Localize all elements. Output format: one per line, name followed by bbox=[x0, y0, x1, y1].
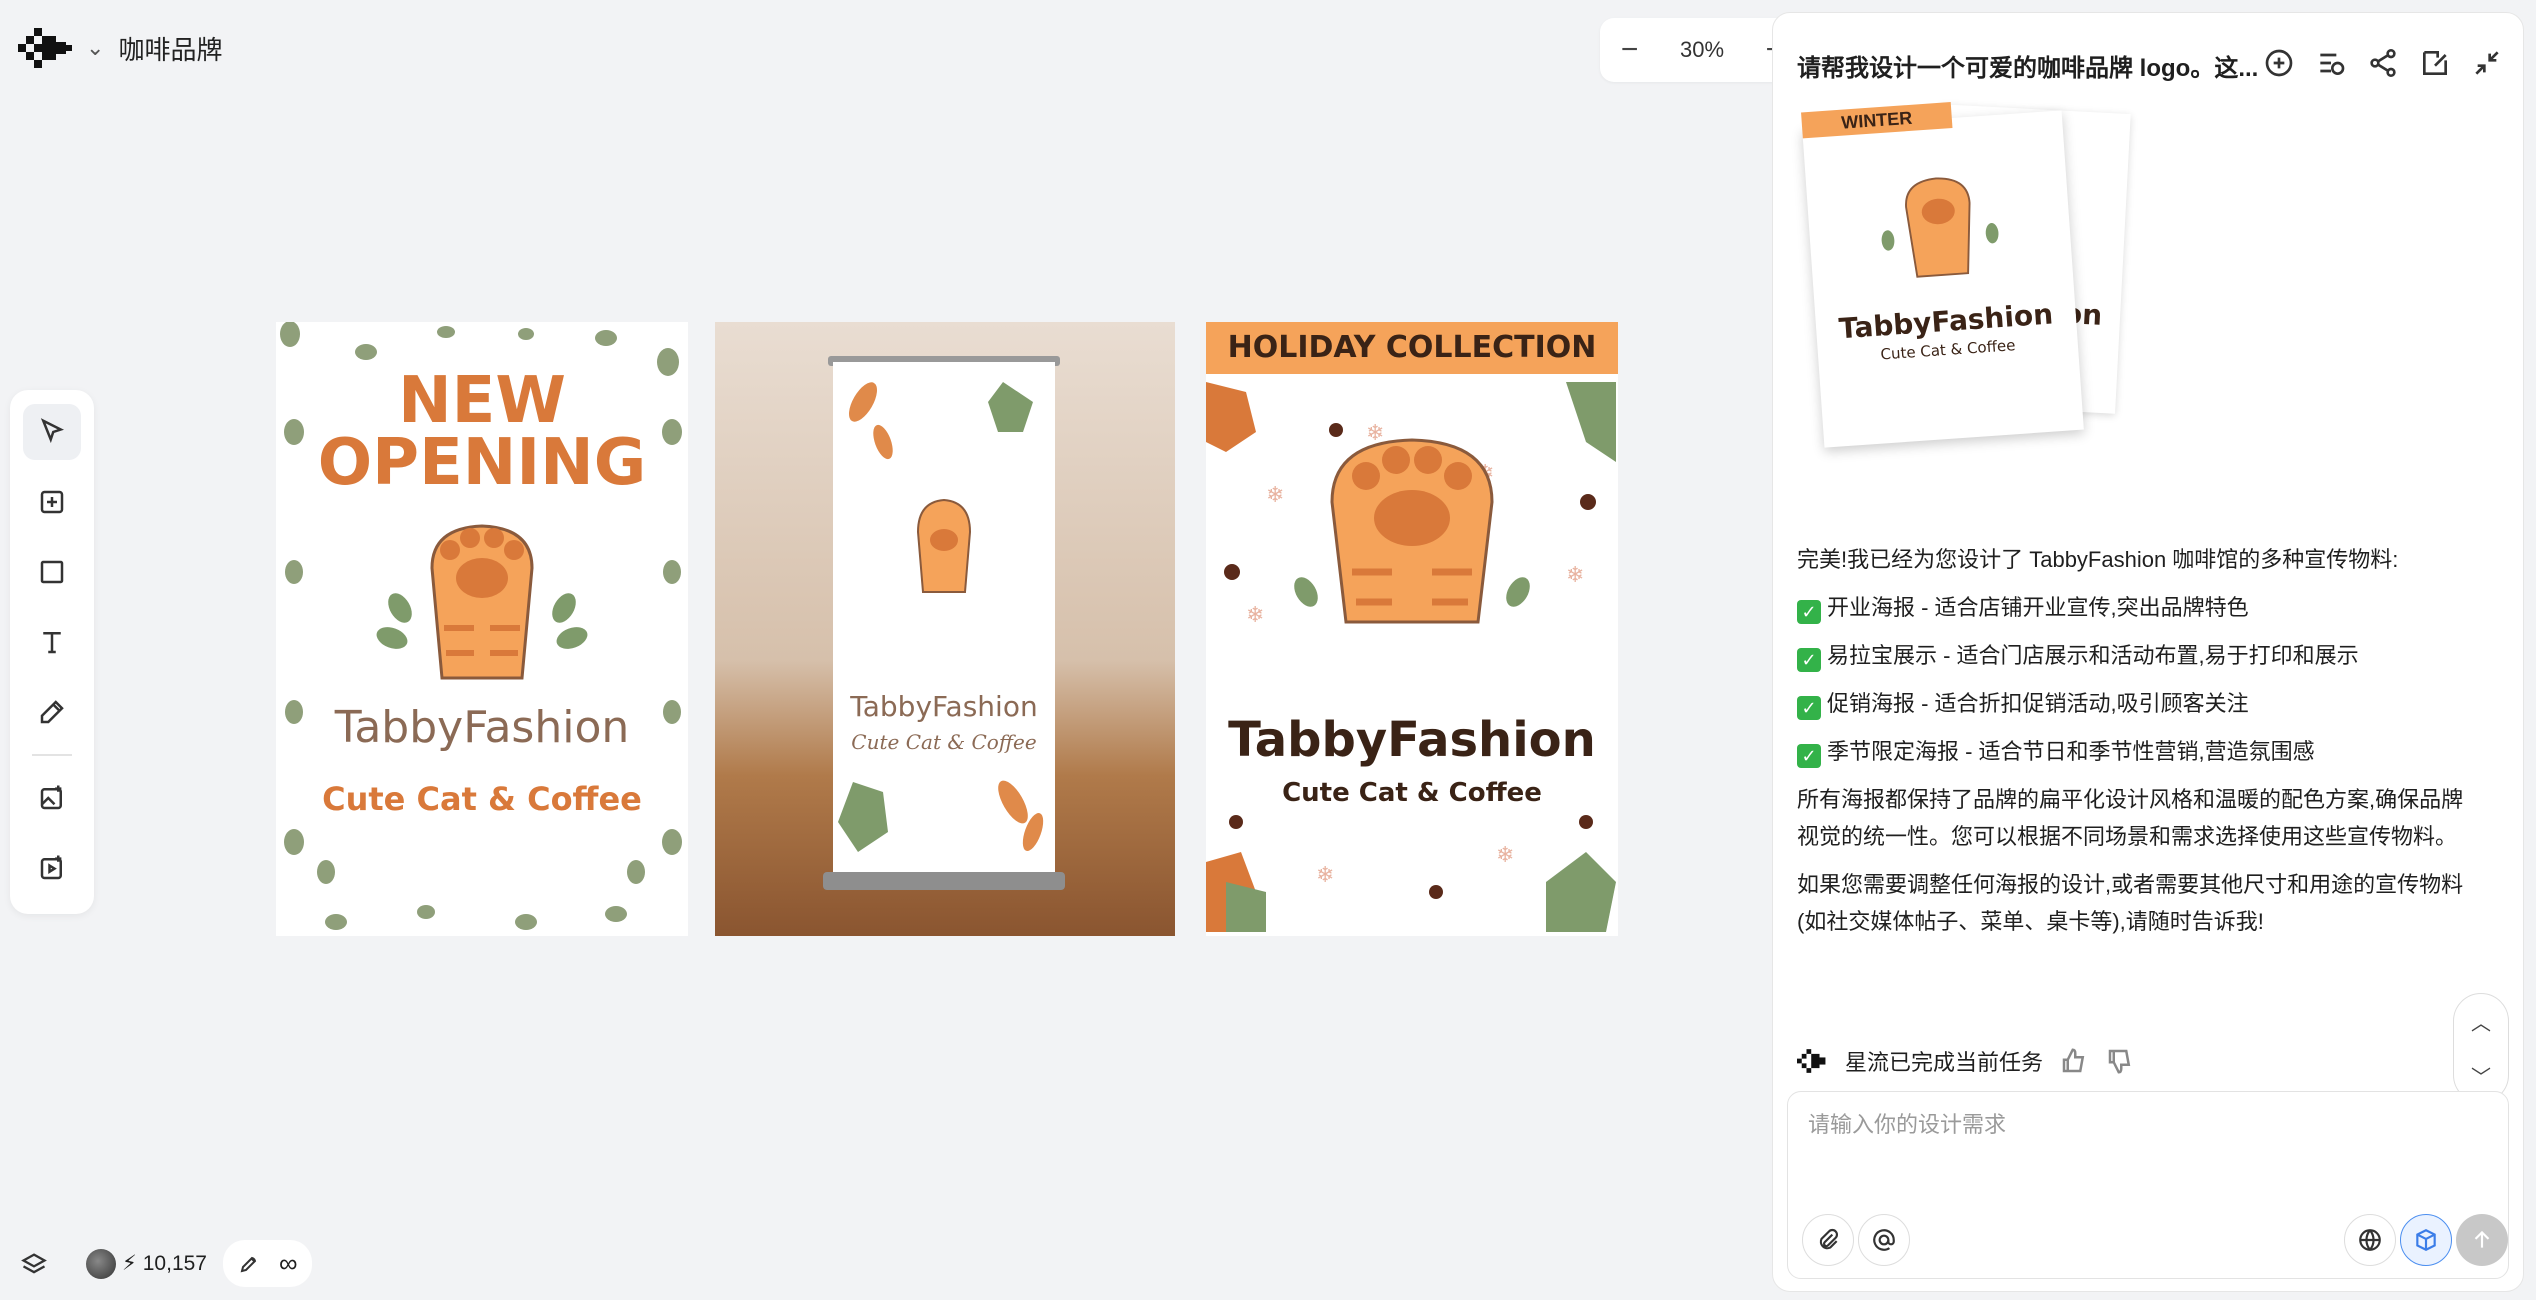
list-item: ✓ 促销海报 - 适合折扣促销活动,吸引顾客关注 bbox=[1797, 685, 2477, 722]
web-search-button[interactable] bbox=[2344, 1214, 2396, 1266]
poster-thumbnail-stack[interactable]: on WINTER TabbyFashion Cute Cat & Coffee bbox=[1801, 102, 2153, 459]
check-icon: ✓ bbox=[1797, 744, 1821, 768]
check-icon: ✓ bbox=[1797, 600, 1821, 624]
chat-panel: 请帮我设计一个可爱的咖啡品牌 logo。这... on WINTER Tabby… bbox=[1772, 12, 2524, 1292]
rollup-banner-mockup[interactable]: TabbyFashion Cute Cat & Coffee bbox=[715, 322, 1175, 936]
list-item: ✓ 开业海报 - 适合店铺开业宣传,突出品牌特色 bbox=[1797, 589, 2477, 626]
svg-text:❄: ❄ bbox=[1496, 842, 1514, 867]
assistant-message: 完美!我已经为您设计了 TabbyFashion 咖啡馆的多种宣传物料: ✓ 开业… bbox=[1797, 541, 2477, 951]
app-logo-icon bbox=[18, 28, 72, 68]
select-tool-button[interactable] bbox=[23, 404, 81, 460]
poster1-line2: OPENING bbox=[317, 426, 647, 500]
scroll-down-icon[interactable]: ﹀ bbox=[2471, 1061, 2491, 1090]
poster1-brand: TabbyFashion bbox=[334, 702, 630, 753]
poster-holiday-collection[interactable]: HOLIDAY COLLECTION ❄❄❄❄❄❄❄ TabbyFashion … bbox=[1206, 322, 1618, 936]
chat-input-box bbox=[1787, 1091, 2509, 1279]
history-icon[interactable] bbox=[2315, 47, 2347, 84]
bottom-bar: ⚡ 10,157 ∞ bbox=[20, 1240, 312, 1287]
text-icon bbox=[43, 632, 61, 654]
rollup-banner: TabbyFashion Cute Cat & Coffee bbox=[833, 362, 1055, 874]
paperclip-icon bbox=[1819, 1228, 1838, 1250]
svg-text:❄: ❄ bbox=[1246, 602, 1264, 627]
edit-icon[interactable] bbox=[2419, 47, 2451, 84]
svg-text:❄: ❄ bbox=[1366, 420, 1384, 445]
status-text: 星流已完成当前任务 bbox=[1845, 1050, 2044, 1075]
cursor-icon bbox=[40, 418, 65, 444]
task-status: 星流已完成当前任务 bbox=[1797, 1045, 2135, 1077]
image-sparkle-icon bbox=[40, 785, 62, 810]
thumb-banner: WINTER bbox=[1801, 102, 1953, 139]
app-brand[interactable]: ⌄ 咖啡品牌 bbox=[18, 28, 222, 68]
plus-square-icon bbox=[40, 490, 64, 514]
rocket-icon[interactable] bbox=[237, 1252, 261, 1276]
thumb-paw-icon bbox=[1881, 177, 1999, 278]
send-button[interactable] bbox=[2456, 1214, 2508, 1266]
poster3-brand: TabbyFashion bbox=[1228, 712, 1596, 768]
mode-pill: ∞ bbox=[222, 1240, 312, 1287]
check-icon: ✓ bbox=[1797, 648, 1821, 672]
rollup-base bbox=[823, 872, 1065, 890]
3d-mode-button[interactable] bbox=[2400, 1214, 2452, 1266]
scroll-up-icon[interactable]: ︿ bbox=[2471, 1007, 2491, 1036]
avatar[interactable] bbox=[86, 1248, 116, 1279]
pen-tool-button[interactable] bbox=[23, 684, 81, 740]
poster-new-opening[interactable]: NEW OPENING TabbyFashion Cute Cat & Coff… bbox=[276, 322, 688, 936]
bolt-icon: ⚡ bbox=[122, 1252, 137, 1275]
rectangle-tool-button[interactable] bbox=[23, 544, 81, 600]
thumbs-down-icon[interactable] bbox=[2105, 1046, 2135, 1076]
list-item: ✓ 易拉宝展示 - 适合门店展示和活动布置,易于打印和展示 bbox=[1797, 637, 2477, 674]
check-icon: ✓ bbox=[1797, 696, 1821, 720]
video-generate-button[interactable] bbox=[23, 840, 81, 896]
thumb-front-card: WINTER TabbyFashion Cute Cat & Coffee bbox=[1801, 102, 2084, 448]
attach-button[interactable] bbox=[1802, 1214, 1854, 1266]
share-icon[interactable] bbox=[2367, 47, 2399, 84]
message-intro: 完美!我已经为您设计了 TabbyFashion 咖啡馆的多种宣传物料: bbox=[1797, 547, 2399, 572]
chevron-down-icon[interactable]: ⌄ bbox=[86, 35, 104, 61]
cat-paw-illustration bbox=[376, 524, 588, 680]
leaf-decoration bbox=[838, 382, 1044, 852]
video-sparkle-icon bbox=[40, 855, 62, 880]
mention-button[interactable] bbox=[1858, 1214, 1910, 1266]
chat-header: 请帮我设计一个可爱的咖啡品牌 logo。这... bbox=[1797, 45, 2503, 85]
add-frame-button[interactable] bbox=[23, 474, 81, 530]
cube-icon bbox=[2416, 1229, 2436, 1251]
chat-title[interactable]: 请帮我设计一个可爱的咖啡品牌 logo。这... bbox=[1797, 48, 2257, 83]
chat-input[interactable] bbox=[1808, 1112, 2468, 1138]
zoom-out-button[interactable]: − bbox=[1621, 33, 1639, 67]
pen-icon bbox=[40, 700, 64, 724]
poster1-tagline: Cute Cat & Coffee bbox=[322, 780, 642, 818]
svg-text:❄: ❄ bbox=[1316, 862, 1334, 887]
scroll-control: ︿ ﹀ bbox=[2453, 993, 2509, 1103]
thumbs-up-icon[interactable] bbox=[2059, 1046, 2089, 1076]
svg-text:❄: ❄ bbox=[1566, 562, 1584, 587]
square-icon bbox=[40, 560, 64, 584]
app-logo-icon bbox=[1797, 1049, 1826, 1073]
message-paragraph-2: 如果您需要调整任何海报的设计,或者需要其他尺寸和用途的宣传物料(如社交媒体帖子、… bbox=[1797, 872, 2464, 934]
infinity-icon[interactable]: ∞ bbox=[279, 1248, 298, 1279]
list-item: ✓ 季节限定海报 - 适合节日和季节性营销,营造氛围感 bbox=[1797, 733, 2477, 770]
text-tool-button[interactable] bbox=[23, 614, 81, 670]
layers-icon[interactable] bbox=[20, 1250, 48, 1278]
image-generate-button[interactable] bbox=[23, 770, 81, 826]
poster3-tagline: Cute Cat & Coffee bbox=[1282, 778, 1542, 808]
project-title[interactable]: 咖啡品牌 bbox=[118, 30, 222, 67]
new-chat-icon[interactable] bbox=[2263, 47, 2295, 84]
zoom-level[interactable]: 30% bbox=[1680, 37, 1724, 63]
toolbar-divider bbox=[32, 754, 72, 756]
rollup-brand: TabbyFashion bbox=[850, 690, 1038, 723]
rollup-tagline: Cute Cat & Coffee bbox=[851, 730, 1037, 754]
at-icon bbox=[1873, 1229, 1895, 1251]
svg-text:❄: ❄ bbox=[1266, 482, 1284, 507]
left-toolbar bbox=[10, 390, 94, 914]
globe-icon bbox=[2359, 1229, 2381, 1251]
credits-count[interactable]: 10,157 bbox=[143, 1252, 207, 1276]
holly-decoration: ❄❄❄❄❄❄❄ bbox=[1206, 382, 1616, 932]
arrow-up-icon bbox=[2474, 1230, 2490, 1248]
message-paragraph-1: 所有海报都保持了品牌的扁平化设计风格和温暖的配色方案,确保品牌视觉的统一性。您可… bbox=[1797, 787, 2464, 849]
collapse-icon[interactable] bbox=[2471, 47, 2503, 84]
